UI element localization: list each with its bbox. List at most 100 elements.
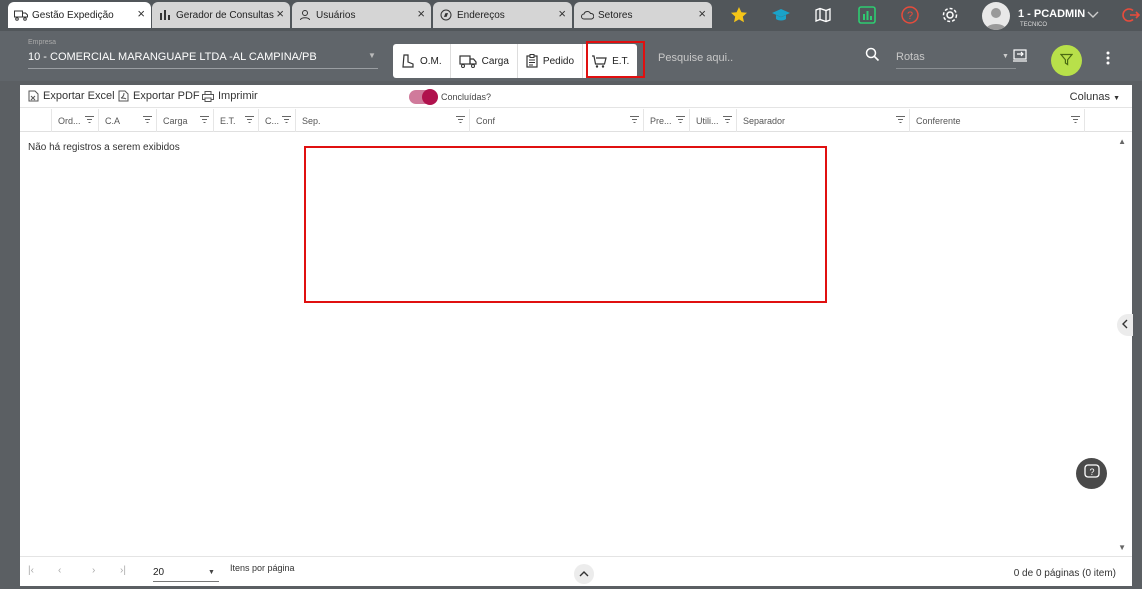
report-icon[interactable] — [856, 4, 878, 26]
user-menu[interactable]: 1 - PCADMIN TECNICO — [982, 0, 1085, 31]
print-label: Imprimir — [218, 90, 258, 102]
route-icon[interactable] — [1012, 47, 1028, 66]
export-excel-label: Exportar Excel — [43, 90, 115, 102]
logout-icon[interactable] — [1120, 4, 1142, 26]
items-per-page-label: Itens por página — [230, 563, 295, 573]
column-header[interactable]: C.A — [98, 109, 156, 132]
segment-om[interactable]: O.M. — [393, 44, 451, 78]
boot-icon — [401, 54, 415, 68]
column-header[interactable]: Pre... — [643, 109, 689, 132]
close-icon[interactable]: × — [417, 7, 425, 21]
print-button[interactable]: Imprimir — [202, 90, 258, 102]
user-role: TECNICO — [1020, 22, 1047, 28]
tab-label: Setores — [598, 9, 633, 21]
top-tab-bar: Gestão Expedição × Gerador de Consultas … — [0, 0, 1142, 31]
filter-icon[interactable] — [676, 115, 685, 125]
filter-icon[interactable] — [896, 115, 905, 125]
concluidas-toggle[interactable] — [409, 89, 438, 105]
tab-usuarios[interactable]: Usuários × — [292, 2, 431, 28]
column-header[interactable]: Ord... — [51, 109, 98, 132]
chevron-down-icon[interactable]: ▼ — [1002, 53, 1009, 60]
pager-info: 0 de 0 páginas (0 item) — [1013, 568, 1116, 579]
column-header[interactable]: Separador — [736, 109, 909, 132]
graduation-cap-icon[interactable] — [770, 4, 792, 26]
file-excel-icon — [28, 90, 39, 102]
tab-gestao-expedicao[interactable]: Gestão Expedição × — [8, 2, 151, 28]
user-icon — [298, 8, 312, 22]
divider — [28, 68, 378, 69]
filter-button[interactable] — [1051, 45, 1082, 76]
column-header[interactable]: Sep. — [295, 109, 469, 132]
column-label: E.T. — [220, 115, 236, 126]
help-chat-button[interactable]: ? — [1076, 458, 1107, 489]
tab-label: Usuários — [316, 9, 356, 21]
printer-icon — [202, 90, 214, 102]
column-label: C.A — [105, 115, 121, 126]
column-header[interactable]: Carga — [156, 109, 213, 132]
tab-setores[interactable]: Setores × — [574, 2, 712, 28]
filter-icon[interactable] — [200, 115, 209, 125]
next-page-icon[interactable]: › — [92, 565, 95, 576]
column-header-spacer — [1084, 109, 1114, 132]
column-header[interactable]: Conf — [469, 109, 643, 132]
segment-label: Pedido — [542, 55, 575, 67]
column-label: Conf — [476, 115, 496, 126]
tab-gerador-consultas[interactable]: Gerador de Consultas × — [152, 2, 290, 28]
filter-icon[interactable] — [143, 115, 152, 125]
help-circle-icon[interactable]: ? — [899, 4, 921, 26]
first-page-icon[interactable]: |‹ — [28, 565, 34, 576]
page-size-select[interactable]: 20 — [153, 567, 164, 578]
tab-label: Gestão Expedição — [32, 9, 114, 21]
tab-enderecos[interactable]: Endereços × — [433, 2, 572, 28]
column-header[interactable]: Utili... — [689, 109, 736, 132]
svg-text:?: ? — [1089, 467, 1094, 477]
export-excel-button[interactable]: Exportar Excel — [28, 90, 115, 102]
chevron-down-icon[interactable]: ▼ — [368, 51, 376, 60]
filter-icon[interactable] — [282, 115, 291, 125]
search-input[interactable] — [658, 50, 848, 66]
search-icon[interactable] — [865, 47, 880, 65]
map-icon[interactable] — [812, 4, 834, 26]
chevron-down-icon[interactable] — [1082, 4, 1104, 26]
segment-pedido[interactable]: Pedido — [518, 44, 584, 78]
column-header[interactable]: E.T. — [213, 109, 258, 132]
star-icon[interactable] — [728, 4, 750, 26]
gear-icon[interactable] — [939, 4, 961, 26]
columns-menu-button[interactable]: Colunas ▼ — [1070, 91, 1120, 103]
close-icon[interactable]: × — [137, 7, 145, 21]
filter-icon[interactable] — [85, 115, 94, 125]
more-vertical-icon[interactable] — [1106, 51, 1110, 65]
close-icon[interactable]: × — [558, 7, 566, 21]
compass-icon — [439, 8, 453, 22]
scroll-down-arrow[interactable]: ▼ — [1118, 543, 1126, 552]
scroll-up-arrow[interactable]: ▲ — [1118, 137, 1126, 146]
chevron-down-icon: ▼ — [1113, 95, 1120, 102]
close-icon[interactable]: × — [698, 7, 706, 21]
filter-icon[interactable] — [245, 115, 254, 125]
last-page-icon[interactable]: ›| — [120, 565, 126, 576]
chevron-up-icon — [579, 568, 589, 580]
column-header[interactable]: Conferente — [909, 109, 1084, 132]
chevron-down-icon[interactable]: ▼ — [208, 569, 215, 576]
chevron-left-icon — [1122, 319, 1128, 332]
column-header[interactable]: C... — [258, 109, 295, 132]
side-panel-handle[interactable] — [1117, 314, 1133, 336]
export-pdf-button[interactable]: Exportar PDF — [118, 90, 200, 102]
column-label: Conferente — [916, 115, 961, 126]
filter-icon[interactable] — [456, 115, 465, 125]
empresa-label: Empresa — [28, 39, 57, 46]
rotas-select[interactable]: Rotas — [896, 51, 925, 63]
prev-page-icon[interactable]: ‹ — [58, 565, 61, 576]
close-icon[interactable]: × — [276, 7, 284, 21]
divider — [153, 581, 219, 582]
filter-icon[interactable] — [723, 115, 732, 125]
grid-panel: Exportar Excel Exportar PDF Imprimir Con… — [20, 85, 1132, 586]
file-pdf-icon — [118, 90, 129, 102]
segment-carga[interactable]: Carga — [451, 44, 518, 78]
empresa-select[interactable]: 10 - COMERCIAL MARANGUAPE LTDA -AL CAMPI… — [28, 51, 317, 63]
empty-grid-message: Não há registros a serem exibidos — [28, 142, 180, 153]
divider — [896, 68, 1016, 69]
filter-icon[interactable] — [630, 115, 639, 125]
expand-toggle[interactable] — [574, 564, 594, 584]
filter-icon[interactable] — [1071, 115, 1080, 125]
